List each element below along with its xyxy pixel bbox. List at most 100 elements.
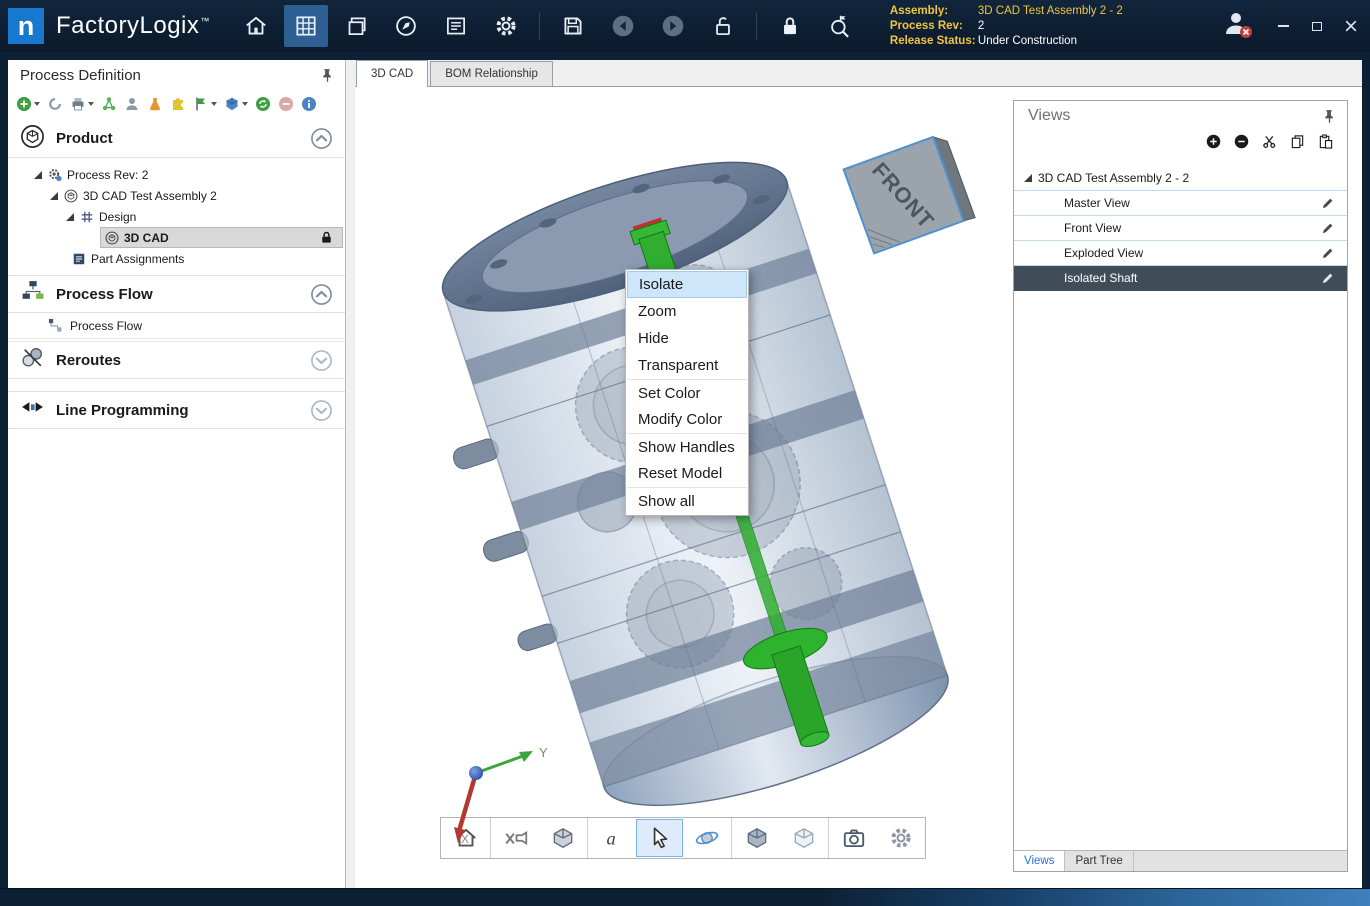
section-line-programming[interactable]: Line Programming	[8, 391, 345, 429]
home-icon	[243, 13, 269, 39]
tool-annotation[interactable]: a	[589, 819, 636, 857]
tab-bom-relationship[interactable]: BOM Relationship	[430, 61, 553, 86]
forward-button[interactable]	[651, 5, 695, 47]
section-reroutes[interactable]: Reroutes	[8, 341, 345, 379]
back-button[interactable]	[601, 5, 645, 47]
info-button[interactable]	[301, 96, 317, 112]
add-button[interactable]	[16, 96, 40, 112]
cad-viewport[interactable]: FRONT Isolate Zoom Hide Transparent Set …	[355, 87, 1362, 888]
menu-item-reset-model[interactable]: Reset Model	[627, 460, 747, 487]
unlock-button[interactable]	[701, 5, 745, 47]
expander-icon[interactable]	[1024, 174, 1032, 182]
documents-button[interactable]	[334, 5, 378, 47]
home-button[interactable]	[234, 5, 278, 47]
tree-item-assembly[interactable]: 3D CAD Test Assembly 2	[8, 185, 345, 206]
user-session-button[interactable]	[1222, 8, 1254, 45]
tool-orbit[interactable]	[683, 819, 730, 857]
process-rev-value: 2	[978, 20, 984, 32]
tool-wireframe-mode[interactable]	[780, 819, 827, 857]
tab-part-tree[interactable]: Part Tree	[1065, 851, 1133, 871]
copy-view-button[interactable]	[1290, 134, 1305, 154]
edit-view-button[interactable]	[1321, 196, 1335, 210]
tool-snapshot[interactable]	[830, 819, 877, 857]
section-product[interactable]: Product	[8, 120, 345, 158]
print-button[interactable]	[70, 96, 94, 112]
text-icon: a	[600, 825, 626, 851]
paste-view-button[interactable]	[1318, 134, 1333, 154]
puzzle-button[interactable]	[170, 96, 186, 112]
expander-icon[interactable]	[34, 171, 42, 179]
tree-item-process-rev[interactable]: Process Rev: 2	[8, 164, 345, 185]
close-button[interactable]	[1344, 19, 1358, 33]
edit-view-button[interactable]	[1321, 246, 1335, 260]
remove-view-button[interactable]	[1234, 134, 1249, 154]
navigate-button[interactable]	[384, 5, 428, 47]
tool-home-view[interactable]	[442, 819, 489, 857]
views-pin-button[interactable]	[1322, 109, 1337, 124]
save-button[interactable]	[551, 5, 595, 47]
tool-solid-mode[interactable]	[733, 819, 780, 857]
tool-select[interactable]	[636, 819, 683, 857]
expander-icon[interactable]	[50, 192, 58, 200]
lock-button[interactable]	[768, 5, 812, 47]
minimize-button[interactable]	[1276, 19, 1290, 33]
expander-icon[interactable]	[66, 213, 74, 221]
refresh-icon	[255, 96, 271, 112]
tab-3d-cad[interactable]: 3D CAD	[356, 60, 428, 87]
tool-hide-camera[interactable]	[492, 819, 539, 857]
process-flow-item[interactable]: Process Flow	[8, 313, 345, 339]
section-process-flow[interactable]: Process Flow	[8, 275, 345, 313]
person-button[interactable]	[124, 96, 140, 112]
expand-reroutes-button[interactable]	[310, 349, 333, 372]
menu-item-show-handles[interactable]: Show Handles	[627, 433, 747, 460]
swirl-button[interactable]	[47, 96, 63, 112]
flag-button[interactable]	[193, 96, 217, 112]
maximize-button[interactable]	[1310, 19, 1324, 33]
molecule-button[interactable]	[101, 96, 117, 112]
process-definition-panel: Process Definition Product	[8, 60, 346, 888]
person-icon	[124, 96, 140, 112]
cube-icon	[224, 96, 240, 112]
edit-view-button[interactable]	[1321, 221, 1335, 235]
news-button[interactable]	[434, 5, 478, 47]
menu-item-zoom[interactable]: Zoom	[627, 298, 747, 325]
view-row-exploded[interactable]: Exploded View	[1014, 241, 1347, 266]
flask-button[interactable]	[147, 96, 163, 112]
views-root-node[interactable]: 3D CAD Test Assembly 2 - 2	[1014, 165, 1347, 191]
orientation-cube[interactable]: FRONT	[844, 133, 976, 254]
release-status-value: Under Construction	[978, 35, 1077, 47]
tree-item-3d-cad-selected[interactable]: 3D CAD	[100, 227, 343, 248]
tab-views[interactable]: Views	[1014, 851, 1065, 871]
add-view-button[interactable]	[1206, 134, 1221, 154]
menu-item-show-all[interactable]: Show all	[627, 487, 747, 514]
menu-item-hide[interactable]: Hide	[627, 325, 747, 352]
process-definition-button[interactable]	[284, 5, 328, 47]
search-release-button[interactable]	[818, 5, 862, 47]
tree-item-part-assignments[interactable]: Part Assignments	[8, 248, 345, 269]
collapse-process-flow-button[interactable]	[310, 283, 333, 306]
view-row-front[interactable]: Front View	[1014, 216, 1347, 241]
tree-item-3d-cad[interactable]: 3D CAD	[8, 227, 345, 248]
package-button[interactable]	[224, 96, 248, 112]
collapse-product-button[interactable]	[310, 127, 333, 150]
expand-line-programming-button[interactable]	[310, 399, 333, 422]
cut-view-button[interactable]	[1262, 134, 1277, 154]
product-tree: Process Rev: 2 3D CAD Test Assembly 2 De…	[8, 158, 345, 275]
menu-item-modify-color[interactable]: Modify Color	[627, 406, 747, 433]
settings-button[interactable]	[484, 5, 528, 47]
solid-cube-icon	[744, 825, 770, 851]
pin-button[interactable]	[320, 68, 335, 83]
refresh-button[interactable]	[255, 96, 271, 112]
stack-icon	[343, 13, 369, 39]
view-row-master[interactable]: Master View	[1014, 191, 1347, 216]
edit-view-button[interactable]	[1321, 271, 1335, 285]
tool-viewport-settings[interactable]	[877, 819, 924, 857]
menu-item-isolate[interactable]: Isolate	[627, 271, 747, 298]
tree-item-design[interactable]: Design	[8, 206, 345, 227]
menu-item-transparent[interactable]: Transparent	[627, 352, 747, 379]
context-menu: Isolate Zoom Hide Transparent Set Color …	[625, 269, 749, 516]
menu-item-set-color[interactable]: Set Color	[627, 379, 747, 406]
remove-button[interactable]	[278, 96, 294, 112]
view-row-isolated-shaft[interactable]: Isolated Shaft	[1014, 266, 1347, 291]
tool-shaded-view[interactable]	[539, 819, 586, 857]
